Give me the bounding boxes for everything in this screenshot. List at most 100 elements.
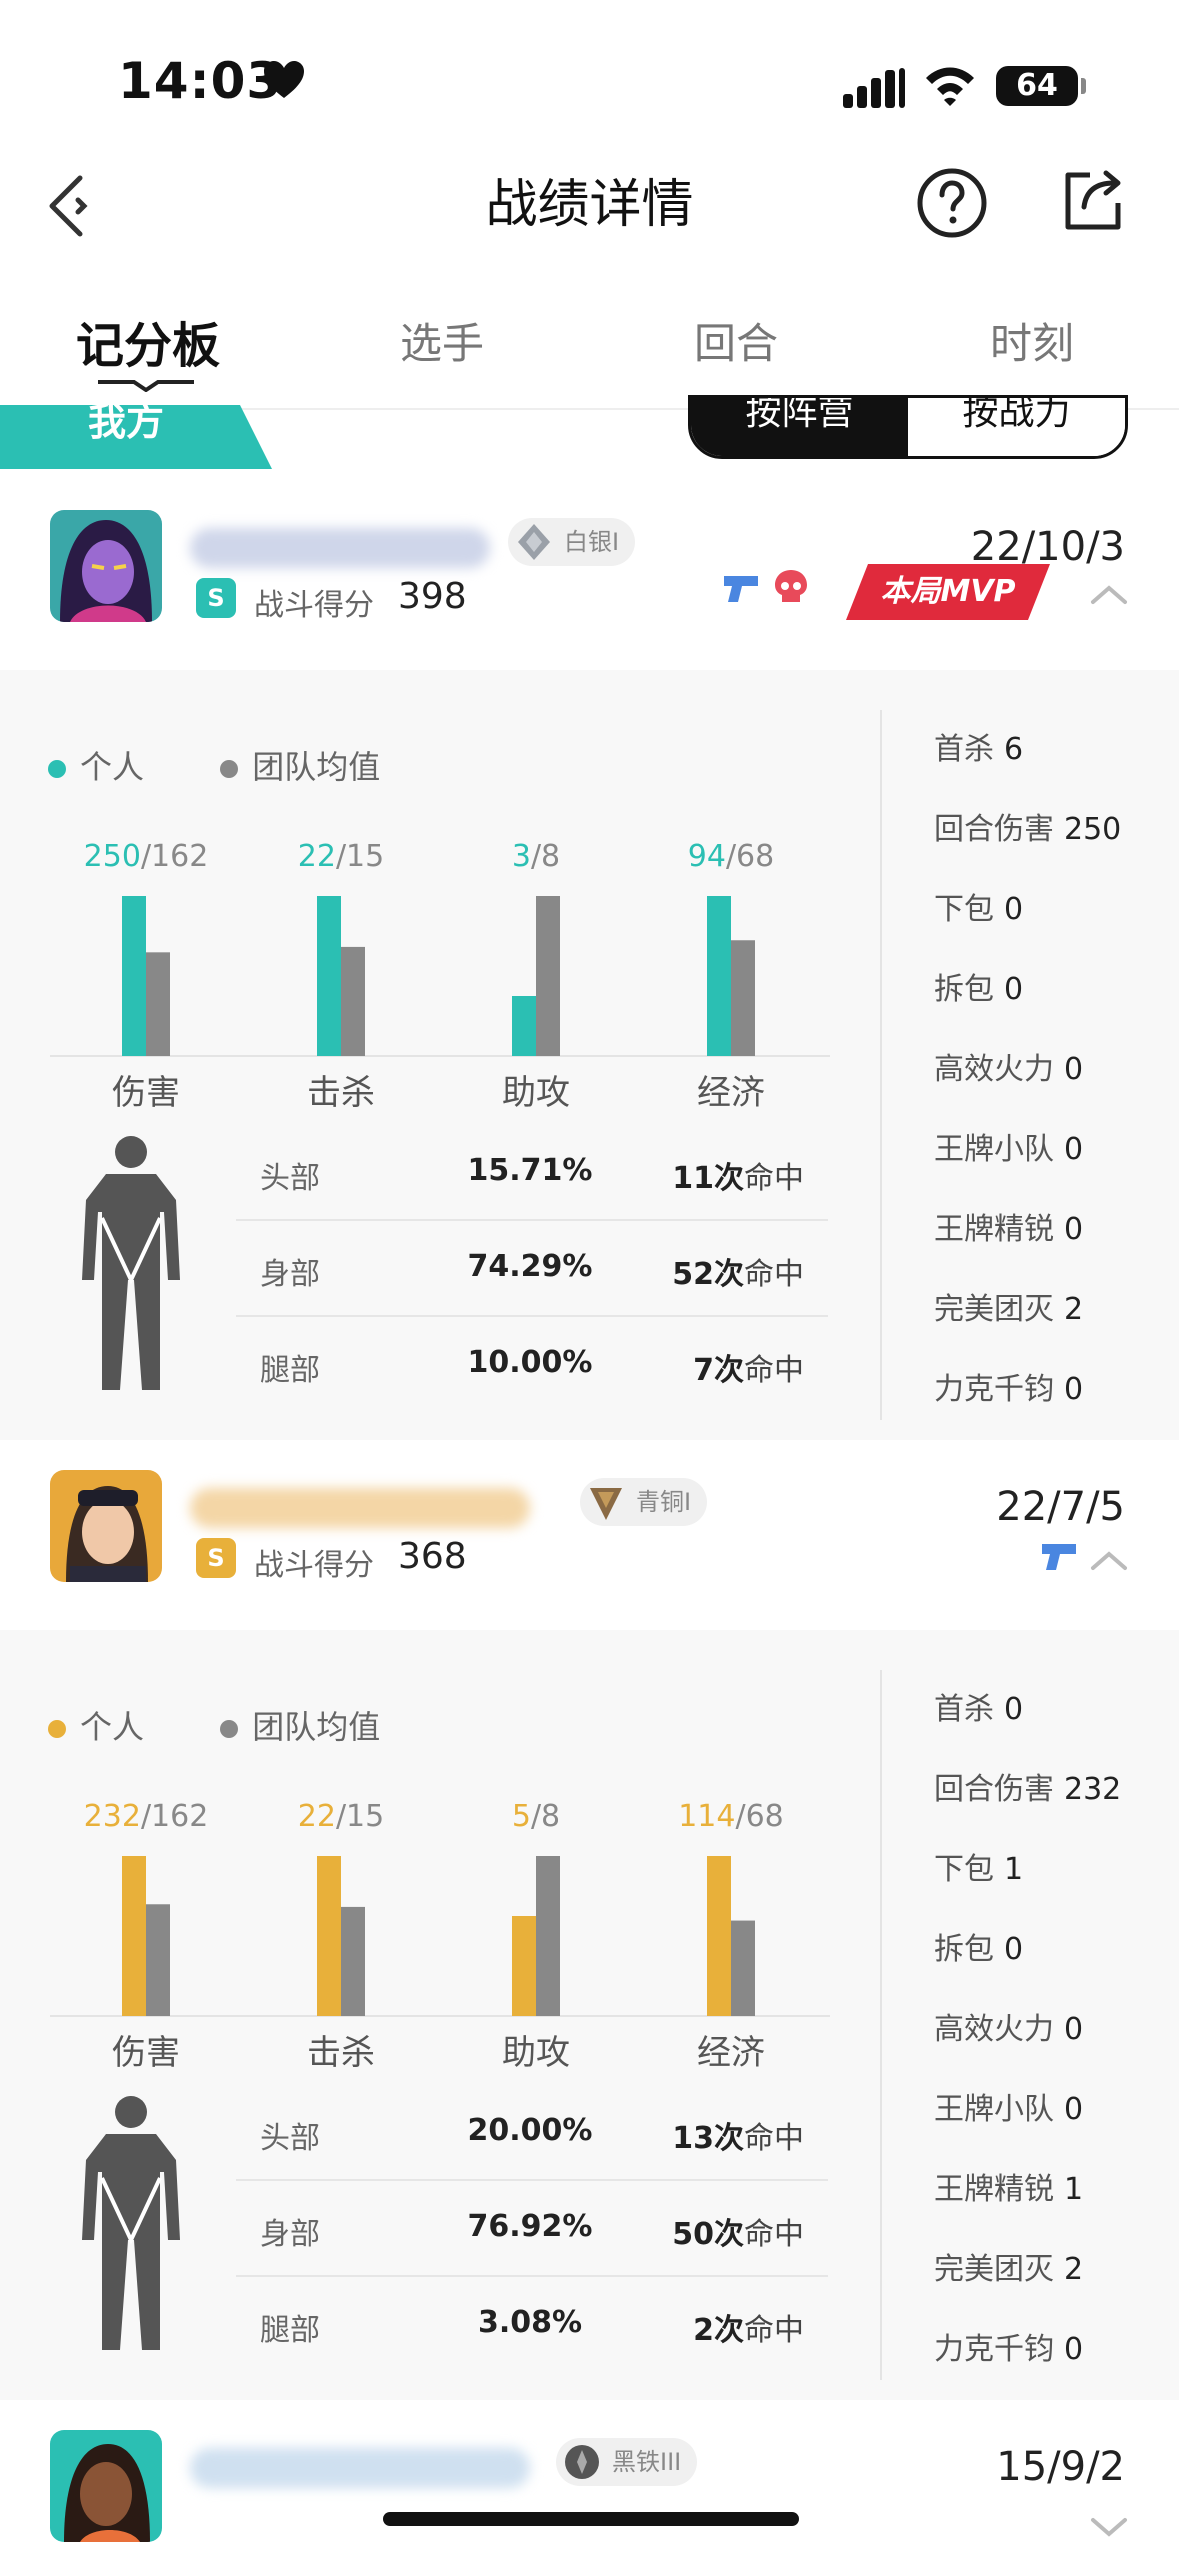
stat-row: 力克千钧 0 xyxy=(934,2310,1174,2390)
bar-value-label: 232/162 xyxy=(84,1799,209,1834)
bar-team xyxy=(146,952,170,1056)
bar-value-label: 5/8 xyxy=(512,1799,560,1834)
stat-label: 力克千钧 xyxy=(934,1372,1054,1407)
tab-bar: 记分板 选手 回合 时刻 xyxy=(0,300,1179,410)
rank-icon xyxy=(590,1488,622,1520)
stat-value: 0 xyxy=(1064,1052,1084,1087)
comparison-bar-chart: 232/162 伤害 22/15 击杀 5/8 助攻 114/68 经济 xyxy=(50,1799,830,2073)
status-time: 14:03 xyxy=(118,52,283,110)
sort-toggle: 按阵营 按战力 xyxy=(688,395,1128,459)
bar-value-label: 114/68 xyxy=(678,1799,784,1834)
bar-category-label: 击杀 xyxy=(307,2033,375,2073)
hit-part: 头部 xyxy=(260,1161,320,1196)
player-header[interactable]: 白银I S 战斗得分 398 22/10/3 本局MVP xyxy=(0,510,1179,670)
chevron-down-icon[interactable] xyxy=(1089,2516,1129,2540)
hit-stats-table: 头部 20.00% 13次命中 身部 76.92% 50次命中 腿部 3.08%… xyxy=(236,2085,828,2373)
bar-team xyxy=(341,946,365,1056)
stat-row: 回合伤害 250 xyxy=(934,790,1174,870)
stat-row: 回合伤害 232 xyxy=(934,1750,1174,1830)
hit-row-legs: 腿部 10.00% 7次命中 xyxy=(236,1317,828,1413)
bar-personal xyxy=(512,1916,536,2016)
bar-team xyxy=(731,940,755,1056)
hit-count: 50次命中 xyxy=(672,2217,804,2252)
hit-count: 2次命中 xyxy=(693,2313,804,2348)
kda-value: 22/10/3 xyxy=(970,524,1125,570)
stat-value: 250 xyxy=(1064,812,1122,847)
hit-percent: 3.08% xyxy=(477,2305,583,2340)
tab-moments[interactable]: 时刻 xyxy=(990,310,1074,371)
player-detail: 个人 团队均值 250/162 伤害 22/15 击杀 3/8 助攻 94/68 经济 头部 … xyxy=(0,670,1179,1440)
page-title: 战绩详情 xyxy=(485,175,694,235)
rank-icon xyxy=(565,2445,599,2479)
bar-category-label: 经济 xyxy=(697,2033,765,2073)
stat-row: 首杀 0 xyxy=(934,1670,1174,1750)
bar-personal xyxy=(317,896,341,1056)
bar-category-label: 助攻 xyxy=(502,1073,570,1113)
hit-percent: 74.29% xyxy=(467,1249,593,1284)
player-name-blurred xyxy=(190,528,490,568)
help-icon[interactable] xyxy=(916,167,988,239)
hit-percent: 76.92% xyxy=(467,2209,593,2244)
share-icon[interactable] xyxy=(1060,167,1126,233)
player-header[interactable]: 黑铁III 15/9/2 xyxy=(0,2430,1179,2556)
bar-value-label: 94/68 xyxy=(688,839,774,874)
battery-indicator: 64 xyxy=(996,66,1086,106)
chevron-up-icon[interactable] xyxy=(1089,1548,1129,1572)
bar-category-label: 助攻 xyxy=(502,2033,570,2073)
stat-row: 王牌精锐 1 xyxy=(934,2150,1174,2230)
player-detail: 个人 团队均值 232/162 伤害 22/15 击杀 5/8 助攻 114/68 经济 头部… xyxy=(0,1630,1179,2400)
stat-row: 完美团灭 2 xyxy=(934,1270,1174,1350)
tab-players[interactable]: 选手 xyxy=(400,310,484,371)
chevron-up-icon[interactable] xyxy=(1089,582,1129,606)
comparison-bar-chart: 250/162 伤害 22/15 击杀 3/8 助攻 94/68 经济 xyxy=(50,839,830,1113)
stat-label: 力克千钧 xyxy=(934,2332,1054,2367)
tab-rounds[interactable]: 回合 xyxy=(694,310,778,371)
stat-value: 2 xyxy=(1064,2252,1084,2287)
rank-icon xyxy=(518,524,550,560)
rank-label: 白银I xyxy=(564,528,620,556)
stat-label: 王牌小队 xyxy=(934,1132,1054,1167)
team-label: 我方 xyxy=(0,405,272,469)
player-header[interactable]: 青铜I S 战斗得分 368 22/7/5 xyxy=(0,1470,1179,1630)
stat-value: 0 xyxy=(1064,1212,1084,1247)
bar-personal xyxy=(707,1856,731,2016)
bar-value-label: 22/15 xyxy=(298,1799,384,1834)
stat-value: 0 xyxy=(1064,1372,1084,1407)
stat-label: 完美团灭 xyxy=(934,1292,1054,1327)
stat-row: 拆包 0 xyxy=(934,950,1174,1030)
stat-value: 1 xyxy=(1004,1852,1024,1887)
bar-personal xyxy=(707,896,731,1056)
bar-category-label: 经济 xyxy=(697,1073,765,1113)
stat-value: 0 xyxy=(1004,892,1024,927)
stat-label: 王牌小队 xyxy=(934,2092,1054,2127)
sort-by-power-button[interactable]: 按战力 xyxy=(908,398,1125,456)
stat-label: 高效火力 xyxy=(934,1052,1054,1087)
signal-icon xyxy=(843,68,905,108)
hit-count: 11次命中 xyxy=(672,1161,804,1196)
bar-category-label: 击杀 xyxy=(307,1073,375,1113)
rank-badge: 黑铁III xyxy=(556,2438,698,2486)
hit-count: 52次命中 xyxy=(672,1257,804,1292)
player-avatar xyxy=(50,510,162,622)
kda-value: 15/9/2 xyxy=(996,2444,1125,2490)
stat-row: 高效火力 0 xyxy=(934,1990,1174,2070)
kda-value: 22/7/5 xyxy=(996,1484,1125,1530)
hit-percent: 20.00% xyxy=(467,2113,593,2148)
player-avatar xyxy=(50,2430,162,2542)
stat-value: 0 xyxy=(1064,2012,1084,2047)
skull-icon xyxy=(775,570,807,602)
hit-part: 身部 xyxy=(260,1257,320,1292)
sort-by-side-button[interactable]: 按阵营 xyxy=(691,398,908,456)
bar-personal xyxy=(512,996,536,1056)
stat-value: 0 xyxy=(1064,2332,1084,2367)
score-label: 战斗得分 xyxy=(254,1548,374,1583)
stat-row: 高效火力 0 xyxy=(934,1030,1174,1110)
weapon-icon xyxy=(1042,1544,1076,1570)
stat-value: 1 xyxy=(1064,2172,1084,2207)
bar-team xyxy=(536,896,560,1056)
stat-label: 王牌精锐 xyxy=(934,1212,1054,1247)
stat-label: 回合伤害 xyxy=(934,1772,1054,1807)
hit-percent: 10.00% xyxy=(467,1345,593,1380)
tab-scoreboard[interactable]: 记分板 xyxy=(76,306,220,376)
hit-part: 头部 xyxy=(260,2121,320,2156)
